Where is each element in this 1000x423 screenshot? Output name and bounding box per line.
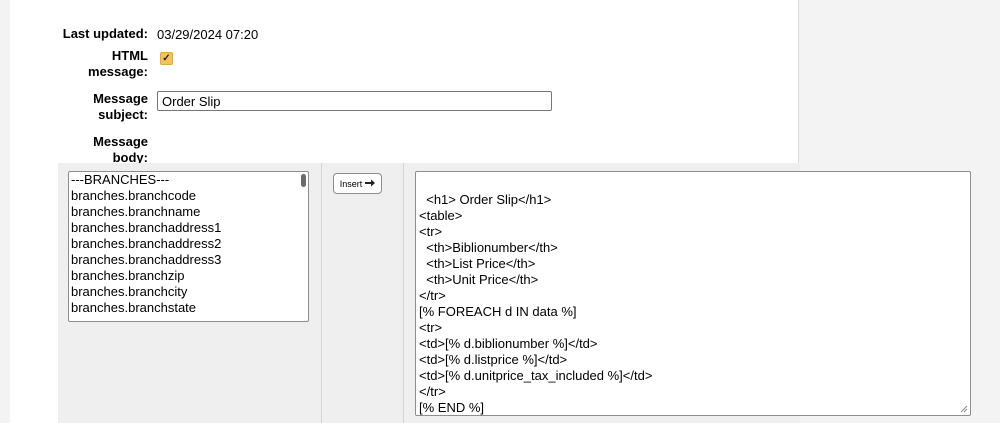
- html-message-label: HTML message:: [88, 48, 148, 79]
- list-item[interactable]: branches.branchaddress3: [69, 252, 308, 268]
- last-updated-label: Last updated:: [62, 26, 148, 41]
- fields-select-list[interactable]: ---BRANCHES--- branches.branchcode branc…: [68, 171, 309, 322]
- message-body-content: <h1> Order Slip</h1> <table> <tr> <th>Bi…: [419, 192, 653, 415]
- resize-grip-icon[interactable]: [960, 405, 968, 413]
- column-divider: [403, 163, 404, 423]
- list-item[interactable]: ---BRANCHES---: [69, 172, 308, 188]
- insert-button[interactable]: Insert: [333, 173, 382, 194]
- subject-label: Message subject:: [93, 91, 148, 122]
- list-item[interactable]: branches.branchcode: [69, 188, 308, 204]
- list-item[interactable]: branches.branchaddress2: [69, 236, 308, 252]
- message-body-textarea[interactable]: <h1> Order Slip</h1> <table> <tr> <th>Bi…: [415, 171, 971, 416]
- html-message-checkbox[interactable]: ✓: [160, 52, 173, 65]
- insert-button-label: Insert: [339, 178, 363, 189]
- list-scrollbar[interactable]: [301, 174, 306, 187]
- body-label: Message body:: [93, 134, 148, 165]
- list-item[interactable]: branches.branchaddress1: [69, 220, 308, 236]
- checkmark-icon: ✓: [162, 53, 171, 64]
- list-item[interactable]: branches.branchcity: [69, 284, 308, 300]
- list-item[interactable]: branches.branchstate: [69, 300, 308, 316]
- subject-input[interactable]: [157, 91, 552, 111]
- list-item[interactable]: branches.branchzip: [69, 268, 308, 284]
- last-updated-value: 03/29/2024 07:20: [157, 27, 259, 42]
- arrow-right-icon: [365, 179, 376, 189]
- column-divider: [321, 163, 322, 423]
- list-item[interactable]: branches.branchname: [69, 204, 308, 220]
